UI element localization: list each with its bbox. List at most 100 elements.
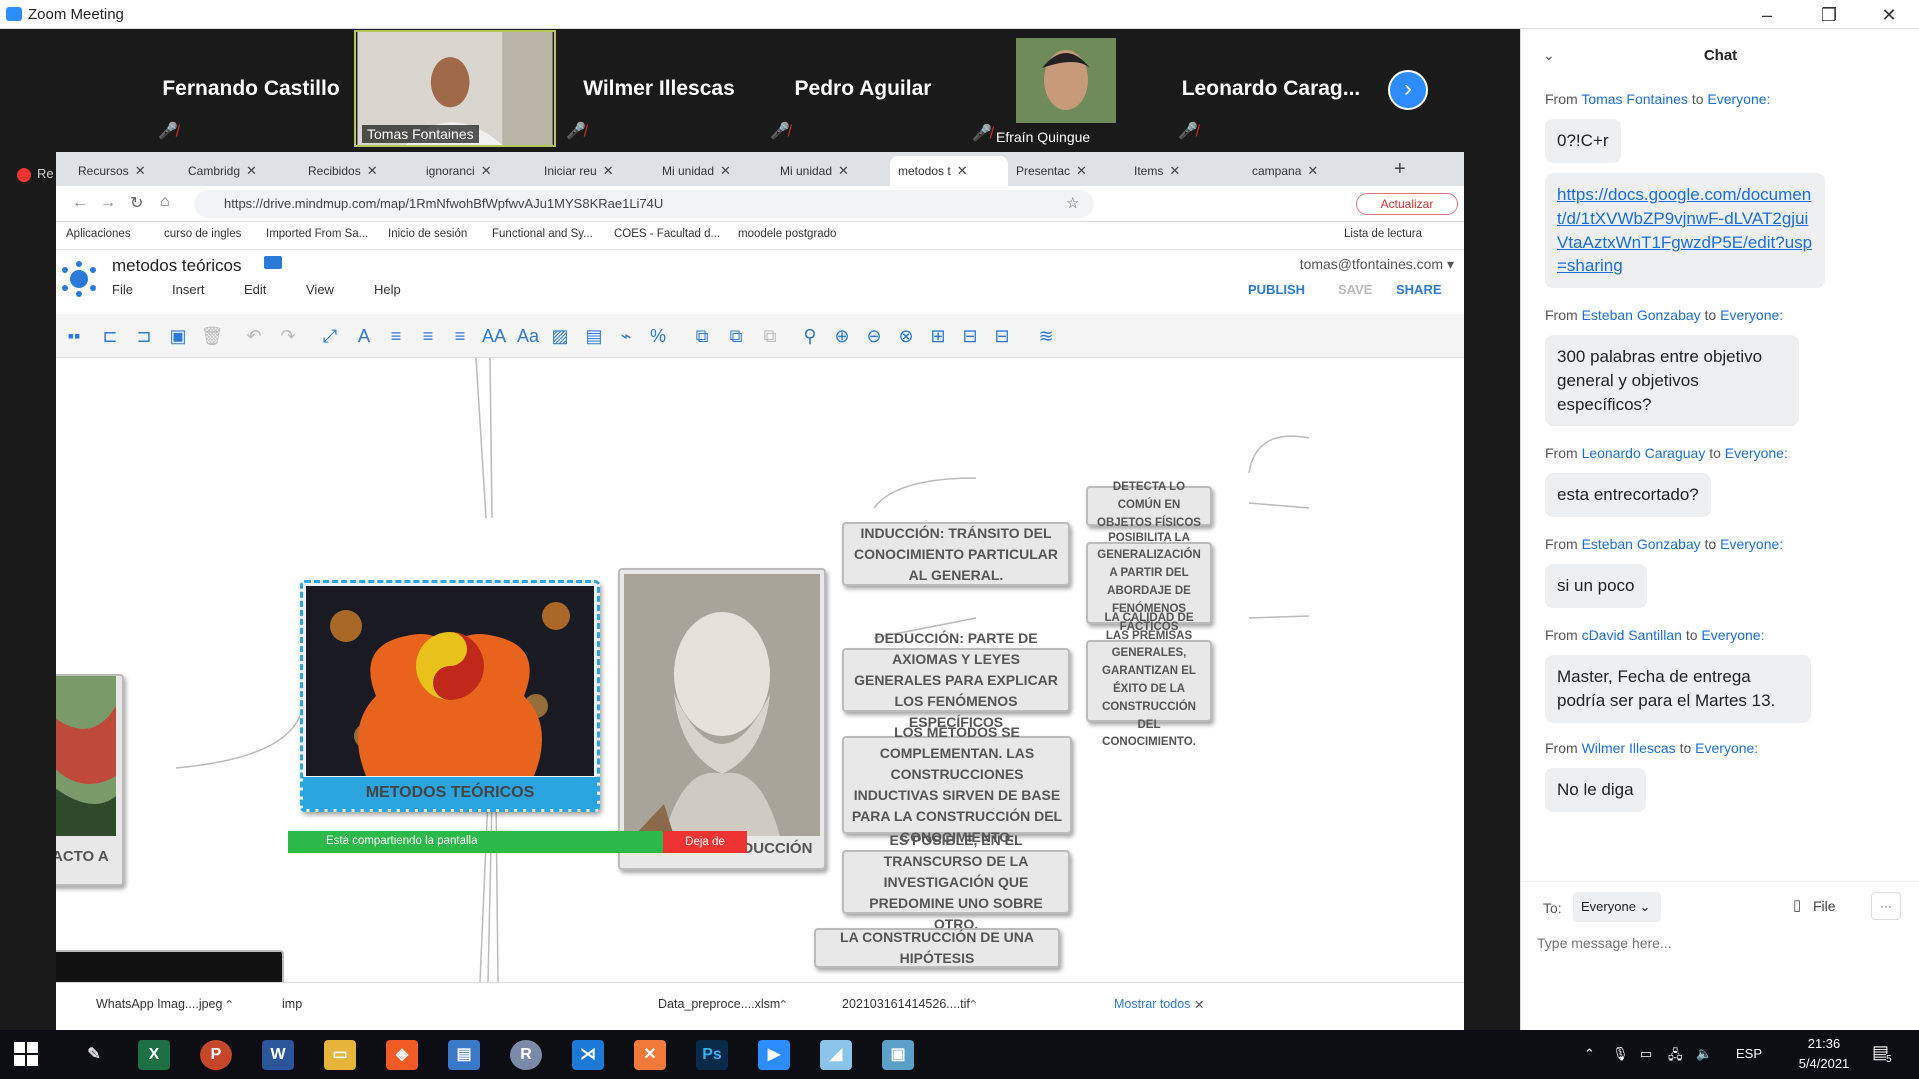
browser-tab[interactable]: Mi unidad ✕	[772, 156, 890, 186]
mindmap-node-partial[interactable]: ACTO A	[56, 674, 124, 886]
clock-date[interactable]: 5/4/2021	[1788, 1056, 1860, 1071]
close-icon[interactable]: ✕	[1076, 163, 1087, 179]
participant-tile-fernando[interactable]: Fernando Castillo 🎤̸	[150, 30, 352, 147]
image-icon[interactable]: ▨	[546, 322, 574, 350]
participant-tile-wilmer[interactable]: Wilmer Illescas 🎤̸	[558, 30, 760, 147]
menu-edit[interactable]: Edit	[244, 282, 266, 297]
close-icon[interactable]: ✕	[367, 163, 378, 179]
close-icon[interactable]: ✕	[838, 163, 849, 179]
participant-tile-pedro[interactable]: Pedro Aguilar 🎤̸	[762, 30, 964, 147]
minimize-button[interactable]: –	[1744, 2, 1790, 28]
url-input[interactable]: https://drive.mindmup.com/map/1RmNfwohBf…	[194, 190, 1094, 218]
mindmap-node-aristotle[interactable]: INDUCCIÓN-DEDUCCIÓN	[618, 568, 826, 870]
sender-name[interactable]: Wilmer Illescas	[1582, 740, 1676, 756]
photos-icon[interactable]: ▣	[882, 1040, 914, 1070]
share-button[interactable]: SHARE	[1396, 282, 1442, 297]
file-icon[interactable]: ▯	[1793, 896, 1801, 914]
app-window-icon[interactable]: ▤	[448, 1040, 480, 1070]
app-icon-pen[interactable]: ✎	[78, 1040, 110, 1070]
next-participants-button[interactable]: ›	[1388, 70, 1428, 110]
download-item[interactable]: Data_preproce....xlsm	[658, 997, 780, 1011]
browser-tab[interactable]: Iniciar reu ✕	[536, 156, 654, 186]
microphone-icon[interactable]: 🎙	[1612, 1046, 1629, 1062]
mindmap-node-calidad[interactable]: LA CALIDAD DE LAS PREMISAS GENERALES, GA…	[1086, 612, 1212, 748]
user-email[interactable]: tomas@tfontaines.com ▾	[1300, 256, 1454, 273]
browser-tab[interactable]: Mi unidad ✕	[654, 156, 772, 186]
mindmap-node-hipotesis[interactable]: LA CONSTRUCCIÓN DE UNA HIPÓTESIS	[814, 928, 1060, 968]
file-explorer-icon[interactable]: ▭	[324, 1040, 356, 1070]
browser-tab-active[interactable]: metodos t ✕	[890, 156, 1008, 186]
style-icon[interactable]: ≋	[1032, 322, 1060, 350]
align-center-icon[interactable]: ≡	[414, 322, 442, 350]
browser-tab[interactable]: ignoranci ✕	[418, 156, 536, 186]
home-icon[interactable]: ⌂	[160, 193, 170, 211]
clock-time[interactable]: 21:36	[1788, 1036, 1860, 1051]
network-icon[interactable]: 🖧	[1668, 1046, 1683, 1068]
sender-name[interactable]: Leonardo Caraguay	[1582, 445, 1706, 461]
xampp-icon[interactable]: ✕	[634, 1040, 666, 1070]
expand-icon[interactable]: ⊟	[956, 322, 984, 350]
link-icon[interactable]: ⌁	[612, 322, 640, 350]
back-icon[interactable]: ←	[72, 194, 88, 212]
browser-tab[interactable]: Recibidos ✕	[300, 156, 418, 186]
participant-tile-efrain[interactable]: 🎤̸ Efraín Quingue	[966, 30, 1168, 147]
r-icon[interactable]: R	[510, 1040, 542, 1070]
sender-name[interactable]: Esteban Gonzabay	[1582, 536, 1701, 552]
update-button[interactable]: Actualizar	[1356, 193, 1458, 215]
menu-view[interactable]: View	[306, 282, 334, 297]
download-item[interactable]: WhatsApp Imag....jpeg	[96, 997, 222, 1011]
mindmap-node-deduccion[interactable]: DEDUCCIÓN: PARTE DE AXIOMAS Y LEYES GENE…	[842, 630, 1070, 730]
windows-start-icon[interactable]	[14, 1042, 38, 1066]
browser-tab[interactable]: Cambridg ✕	[180, 156, 300, 186]
close-icon[interactable]: ✕	[135, 163, 146, 179]
browser-tab[interactable]: campana ✕	[1244, 156, 1362, 186]
redo-icon[interactable]: ↷	[274, 322, 302, 350]
resize-icon[interactable]: ⤢	[316, 322, 344, 350]
photoshop-icon[interactable]: Ps	[696, 1040, 728, 1070]
font-size-up-icon[interactable]: AA	[480, 322, 508, 350]
mindmap-node-detecta[interactable]: DETECTA LO COMÚN EN OBJETOS FÍSICOS	[1086, 481, 1212, 529]
excel-icon[interactable]: X	[138, 1040, 170, 1070]
menu-file[interactable]: File	[112, 282, 133, 297]
chevron-up-icon[interactable]: ⌃	[224, 997, 234, 1012]
add-parent-icon[interactable]: ⊐	[130, 322, 158, 350]
message-input[interactable]	[1537, 930, 1897, 956]
note-icon[interactable]: ▤	[580, 322, 608, 350]
zoom-icon[interactable]: ▶	[758, 1040, 790, 1070]
chevron-up-icon[interactable]: ⌃	[1584, 1046, 1595, 1062]
mindmap-node-posible[interactable]: ES POSIBLE, EN EL TRANSCURSO DE LA INVES…	[842, 832, 1070, 932]
connect-icon[interactable]: ⧉	[688, 322, 716, 350]
search-icon[interactable]: ⚲	[796, 322, 824, 350]
more-button[interactable]: ···	[1871, 892, 1901, 920]
font-size-down-icon[interactable]: Aa	[514, 322, 542, 350]
mindmap-node-complementan[interactable]: LOS MÉTODOS SE COMPLEMENTAN. LAS CONSTRU…	[842, 724, 1072, 845]
stop-share-button[interactable]: Deja de	[663, 831, 747, 853]
close-icon[interactable]: ✕	[957, 163, 968, 179]
mindmap-node-central[interactable]: METODOS TEÓRICOS	[300, 580, 600, 812]
layout-icon[interactable]: ⊞	[924, 322, 952, 350]
reading-list[interactable]: Lista de lectura	[1344, 228, 1422, 240]
undo-icon[interactable]: ↶	[240, 322, 268, 350]
close-icon[interactable]: ✕	[1194, 997, 1204, 1012]
bookmark-item[interactable]: moodele postgrado	[738, 228, 836, 240]
disconnect-icon[interactable]: ⧉	[722, 322, 750, 350]
bookmark-item[interactable]: Inicio de sesión	[388, 228, 467, 240]
show-all-button[interactable]: Mostrar todos	[1114, 997, 1190, 1011]
sender-name[interactable]: Esteban Gonzabay	[1582, 307, 1701, 323]
add-sibling-icon[interactable]: ⊏	[96, 322, 124, 350]
progress-icon[interactable]: %	[644, 322, 672, 350]
bookmark-item[interactable]: curso de ingles	[164, 228, 241, 240]
download-item[interactable]: imp	[282, 997, 302, 1011]
participant-tile-leonardo[interactable]: Leonardo Carag... 🎤̸	[1170, 30, 1372, 147]
zoom-in-icon[interactable]: ⊕	[828, 322, 856, 350]
browser-tab[interactable]: Presentac ✕	[1008, 156, 1126, 186]
bookmark-item[interactable]: COES - Facultad d...	[614, 228, 720, 240]
mindmap-canvas[interactable]: ACTO A METODOS TEÓRICOS INDUCCIÓN: TRÁNS…	[56, 358, 1464, 990]
close-icon[interactable]: ✕	[720, 163, 731, 179]
align-right-icon[interactable]: ≡	[446, 322, 474, 350]
file-button[interactable]: File	[1813, 898, 1836, 914]
publish-button[interactable]: PUBLISH	[1248, 282, 1305, 297]
mindmap-node-induccion[interactable]: INDUCCIÓN: TRÁNSITO DEL CONOCIMIENTO PAR…	[842, 522, 1070, 586]
reload-icon[interactable]: ↻	[130, 193, 143, 213]
browser-tab[interactable]: Items ✕	[1126, 156, 1244, 186]
